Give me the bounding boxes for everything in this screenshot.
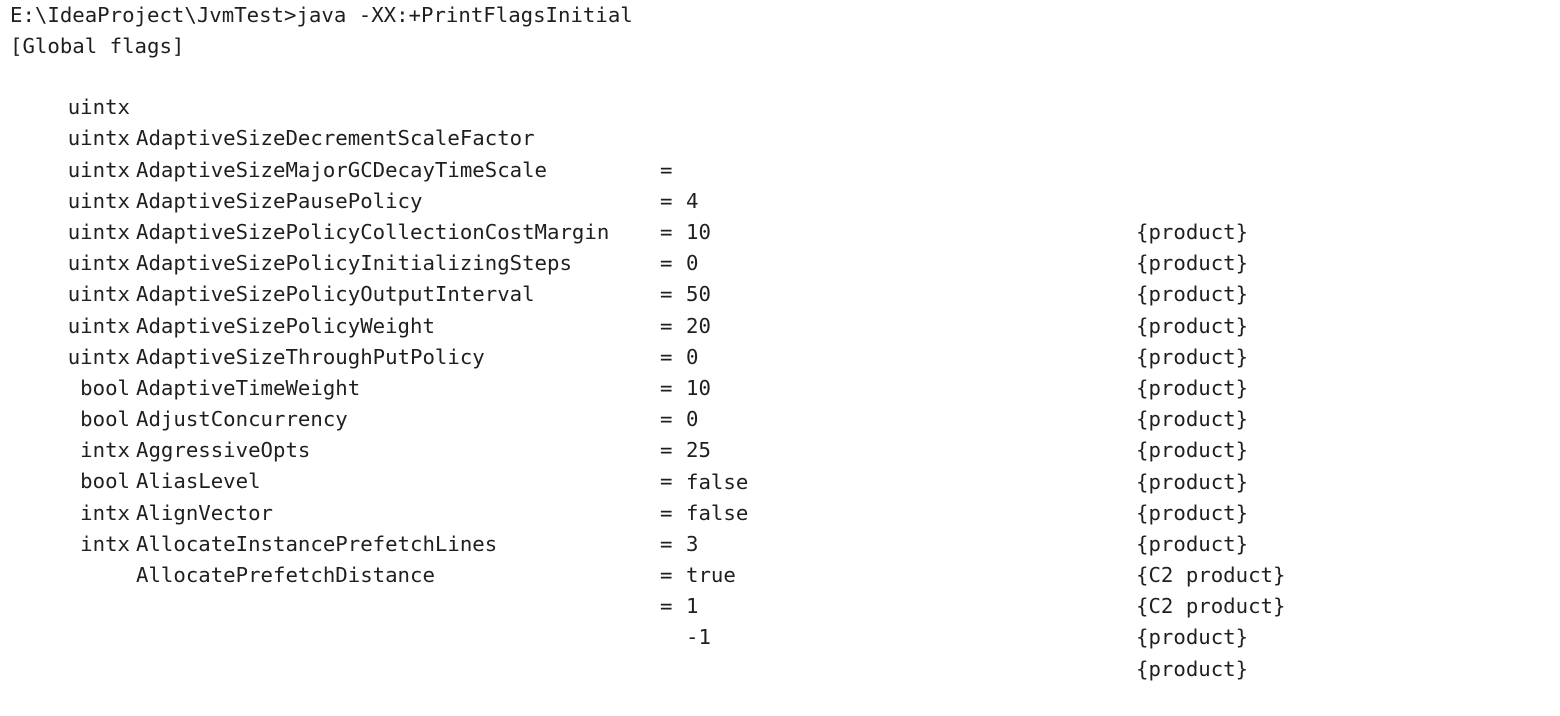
section-header: [Global flags] [10, 33, 185, 58]
flag-value: true [686, 563, 736, 588]
flag-origin: {product} [1136, 625, 1249, 650]
flag-origin: {product} [1136, 531, 1249, 556]
flag-value: 3 [686, 531, 699, 556]
flag-value: -1 [686, 625, 711, 650]
flag-equals: = [660, 594, 673, 619]
flag-row: uintx AdaptiveSizePolicyCollectionCostMa… [10, 155, 1550, 338]
flag-row: uintx AdaptiveSizePolicyInitializingStep… [10, 186, 1550, 369]
flag-origin: {product} [1136, 656, 1249, 681]
flag-row: intx AllocateInstancePrefetchLines = 1 {… [10, 466, 1550, 650]
flag-value: 1 [686, 594, 699, 619]
flag-row: uintx AdaptiveSizeDecrementScaleFactor =… [10, 61, 1550, 244]
flag-row: uintx AdaptiveSizePolicyOutputInterval =… [10, 217, 1550, 400]
command-prompt-line: E:\IdeaProject\JvmTest>java -XX:+PrintFl… [10, 3, 633, 27]
flag-row: intx AliasLevel = 3 {C2 product} [10, 404, 1550, 587]
flag-name: AllocatePrefetchDistance [136, 563, 435, 588]
flag-row: bool AlignVector = true {C2 product} [10, 435, 1550, 618]
terminal-output[interactable]: E:\IdeaProject\JvmTest>java -XX:+PrintFl… [10, 0, 1550, 681]
flag-type: intx [80, 531, 130, 556]
flag-row: uintx AdaptiveTimeWeight = 25 {product} [10, 311, 1550, 494]
flag-row: uintx AdaptiveSizeThroughPutPolicy = 0 {… [10, 279, 1550, 463]
flag-row: uintx AdaptiveSizePausePolicy = 0 {produ… [10, 123, 1550, 307]
flag-origin: {C2 product} [1136, 563, 1286, 588]
flag-row: bool AggressiveOpts = false {product} [10, 373, 1550, 556]
flag-origin: {C2 product} [1136, 594, 1286, 619]
flag-equals: = [660, 563, 673, 588]
flag-name: AllocateInstancePrefetchLines [136, 531, 498, 556]
flag-row: uintx AdaptiveSizePolicyWeight = 10 {pro… [10, 248, 1550, 431]
flag-row: uintx AdaptiveSizeMajorGCDecayTimeScale … [10, 92, 1550, 275]
flag-row: bool AdjustConcurrency = false {product} [10, 342, 1550, 525]
flag-equals: = [660, 531, 673, 556]
flag-row: intx AllocatePrefetchDistance = -1 {prod… [10, 498, 1550, 681]
